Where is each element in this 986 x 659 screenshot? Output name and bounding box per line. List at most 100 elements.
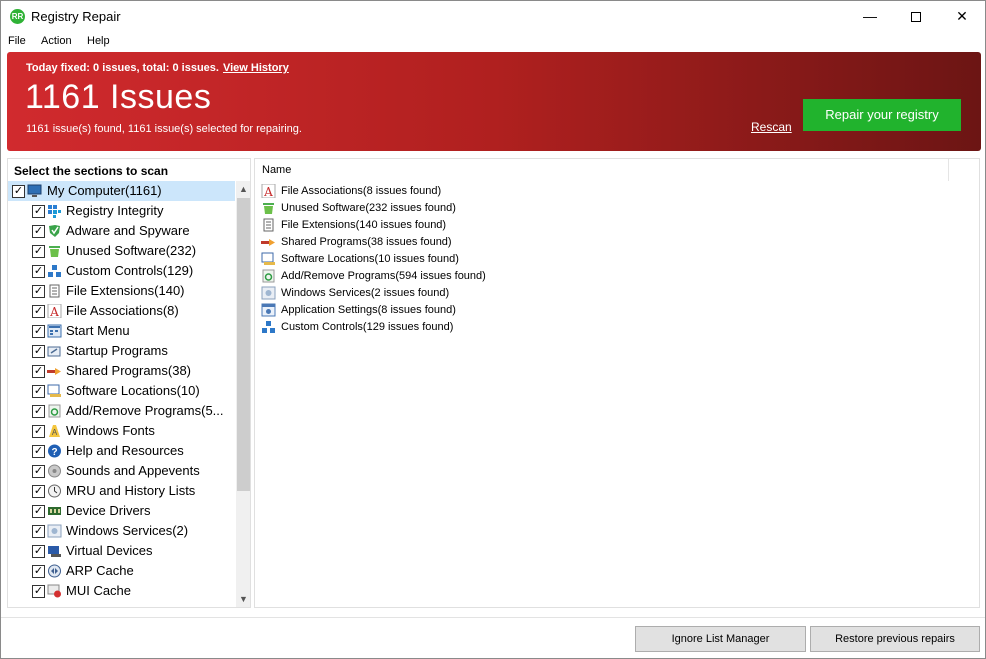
tree-item[interactable]: ✓? Help and Resources	[8, 441, 235, 461]
result-label: Shared Programs(38 issues found)	[281, 236, 452, 248]
tree-item[interactable]: ✓ Startup Programs	[8, 341, 235, 361]
folder-icon	[261, 252, 275, 266]
checkbox[interactable]: ✓	[32, 545, 45, 558]
controls-icon	[47, 264, 62, 278]
tree-item[interactable]: ✓ Windows Services(2)	[8, 521, 235, 541]
history-icon	[47, 484, 62, 498]
virtual-icon	[47, 544, 62, 558]
checkbox[interactable]: ✓	[32, 465, 45, 478]
checkbox[interactable]: ✓	[32, 205, 45, 218]
checkbox[interactable]: ✓	[32, 525, 45, 538]
tree-item-label: Sounds and Appevents	[66, 463, 200, 478]
sound-icon	[47, 464, 62, 478]
restore-previous-repairs-button[interactable]: Restore previous repairs	[810, 626, 980, 652]
tree-item-label: Startup Programs	[66, 343, 168, 358]
tree-item[interactable]: ✓ A Windows Fonts	[8, 421, 235, 441]
checkbox[interactable]: ✓	[32, 585, 45, 598]
tree-item-label: Adware and Spyware	[66, 223, 190, 238]
checkbox[interactable]: ✓	[32, 265, 45, 278]
checkbox[interactable]: ✓	[12, 185, 25, 198]
maximize-button[interactable]	[893, 1, 939, 31]
checkbox[interactable]: ✓	[32, 285, 45, 298]
tree-item[interactable]: ✓ Unused Software(232)	[8, 241, 235, 261]
tree-item-label: File Extensions(140)	[66, 283, 185, 298]
checkbox[interactable]: ✓	[32, 305, 45, 318]
checkbox[interactable]: ✓	[32, 425, 45, 438]
checkbox[interactable]: ✓	[32, 405, 45, 418]
checkbox[interactable]: ✓	[32, 325, 45, 338]
ignore-list-manager-button[interactable]: Ignore List Manager	[635, 626, 806, 652]
trash-icon	[47, 244, 62, 258]
recycle-icon	[47, 404, 62, 418]
svg-text:A: A	[52, 428, 58, 437]
tree-item[interactable]: ✓ Custom Controls(129)	[8, 261, 235, 281]
tree-item[interactable]: ✓ A File Associations(8)	[8, 301, 235, 321]
checkbox[interactable]: ✓	[32, 445, 45, 458]
scroll-thumb[interactable]	[237, 198, 250, 491]
scroll-up-arrow-icon[interactable]: ▲	[236, 181, 250, 197]
services-icon	[261, 286, 276, 300]
font-a-icon: A	[47, 303, 62, 319]
minimize-button[interactable]: —	[847, 1, 893, 31]
result-label: Windows Services(2 issues found)	[281, 287, 450, 299]
checkbox[interactable]: ✓	[32, 485, 45, 498]
issues-title: 1161 Issues	[25, 78, 212, 116]
close-button[interactable]: ✕	[939, 1, 985, 31]
tree-item-label: MRU and History Lists	[66, 483, 196, 498]
maximize-icon	[911, 12, 921, 23]
sections-scrollbar[interactable]: ▲ ▼	[236, 181, 250, 607]
tree-item-label: Shared Programs(38)	[66, 363, 191, 378]
repair-registry-button[interactable]: Repair your registry	[803, 99, 961, 131]
rescan-link[interactable]: Rescan	[751, 120, 792, 134]
result-label: Unused Software(232 issues found)	[281, 202, 456, 214]
tree-item[interactable]: ✓ Start Menu	[8, 321, 235, 341]
checkbox[interactable]: ✓	[32, 245, 45, 258]
tree-item[interactable]: ✓ Device Drivers	[8, 501, 235, 521]
app-window: RR Registry Repair — ✕ File Action Help …	[0, 0, 986, 659]
checkbox[interactable]: ✓	[32, 385, 45, 398]
font-a-icon: A	[261, 183, 276, 199]
tree-root-my-computer[interactable]: ✓ My Computer(1161)	[8, 181, 235, 201]
checkbox[interactable]: ✓	[32, 565, 45, 578]
tree-item[interactable]: ✓ Shared Programs(38)	[8, 361, 235, 381]
result-label: Software Locations(10 issues found)	[281, 253, 459, 265]
menu-file[interactable]: File	[8, 35, 26, 47]
checkbox[interactable]: ✓	[32, 365, 45, 378]
tree-item[interactable]: ✓ Sounds and Appevents	[8, 461, 235, 481]
tree-item-label: MUI Cache	[66, 583, 132, 598]
menu-action[interactable]: Action	[41, 35, 72, 47]
sections-header: Select the sections to scan	[14, 164, 169, 178]
tree-item[interactable]: ✓ MRU and History Lists	[8, 481, 235, 501]
checkbox[interactable]: ✓	[32, 225, 45, 238]
checkbox[interactable]: ✓	[32, 345, 45, 358]
scroll-down-arrow-icon[interactable]: ▼	[236, 591, 250, 607]
trash-icon	[261, 201, 275, 215]
tree-item[interactable]: ✓ MUI Cache	[8, 581, 235, 601]
menu-help[interactable]: Help	[87, 35, 110, 47]
checkbox[interactable]: ✓	[32, 505, 45, 518]
shared-icon	[47, 364, 62, 378]
tree-item[interactable]: ✓ Add/Remove Programs(5...	[8, 401, 235, 421]
status-banner: Today fixed: 0 issues, total: 0 issues. V…	[7, 52, 981, 151]
tree-item-label: Windows Services(2)	[66, 523, 189, 538]
sections-panel: Select the sections to scan ✓ My Compute…	[7, 158, 251, 608]
tree-item-label: Registry Integrity	[66, 203, 164, 218]
start-menu-icon	[47, 324, 62, 338]
view-history-link[interactable]: View History	[223, 62, 289, 74]
tree-item[interactable]: ✓ Virtual Devices	[8, 541, 235, 561]
tree-item[interactable]: ✓ ARP Cache	[8, 561, 235, 581]
tree-item-label: Start Menu	[66, 323, 130, 338]
column-header-name[interactable]: Name	[255, 159, 949, 181]
tree-item[interactable]: ✓ Adware and Spyware	[8, 221, 235, 241]
tree-item[interactable]: ✓ Registry Integrity	[8, 201, 235, 221]
registry-icon	[47, 204, 62, 218]
tree-item[interactable]: ✓ File Extensions(140)	[8, 281, 235, 301]
tree-item-label: ARP Cache	[66, 563, 134, 578]
menu-bar: File Action Help	[1, 32, 985, 52]
found-summary: 1161 issue(s) found, 1161 issue(s) selec…	[26, 123, 302, 135]
tree-item[interactable]: ✓ Software Locations(10)	[8, 381, 235, 401]
title-bar: RR Registry Repair — ✕	[1, 1, 985, 31]
tree-item-label: File Associations(8)	[66, 303, 179, 318]
tree-item-label: Windows Fonts	[66, 423, 155, 438]
mui-icon	[47, 584, 62, 598]
